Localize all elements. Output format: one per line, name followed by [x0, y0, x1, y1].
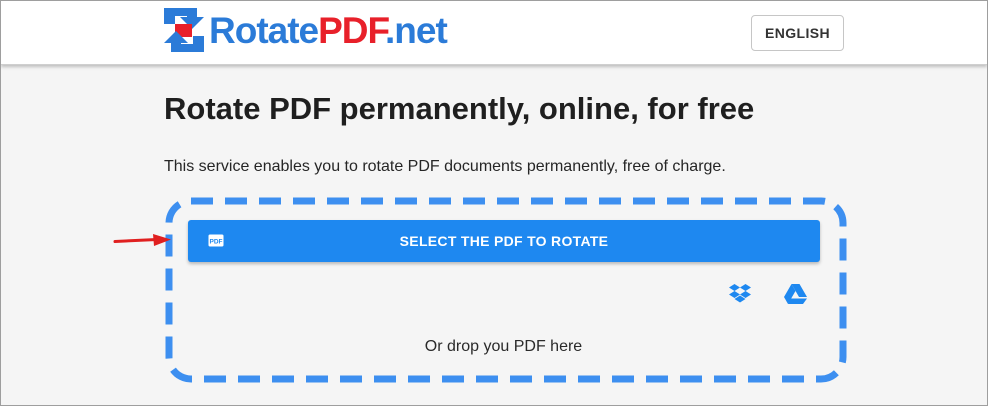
logo-prefix: Rotate	[209, 9, 319, 51]
logo-wordmark: RotatePDF.net	[209, 9, 448, 51]
site-logo[interactable]: RotatePDF.net	[163, 5, 448, 55]
drop-hint-text: Or drop you PDF here	[424, 338, 583, 355]
dropbox-icon[interactable]	[729, 284, 751, 303]
red-arrow-icon	[113, 234, 171, 246]
pdf-file-icon: PDF	[208, 234, 224, 247]
select-pdf-button-label: SELECT THE PDF TO ROTATE	[399, 233, 609, 249]
select-pdf-button[interactable]: PDF SELECT THE PDF TO ROTATE	[188, 220, 820, 262]
logo-suffix: .net	[385, 9, 448, 51]
page-title: Rotate PDF permanently, online, for free	[164, 91, 755, 126]
page-description: This service enables you to rotate PDF d…	[164, 158, 726, 175]
language-button[interactable]: ENGLISH	[751, 15, 844, 51]
rotate-arrows-logo-icon	[164, 8, 204, 52]
logo-pdf: PDF	[318, 9, 386, 51]
site-header: RotatePDF.net ENGLISH	[1, 1, 987, 65]
google-drive-icon[interactable]	[784, 284, 807, 304]
browser-viewport: RotatePDF.net ENGLISH Rotate PDF permane…	[0, 0, 988, 406]
pdf-file-icon-text: PDF	[210, 238, 223, 245]
